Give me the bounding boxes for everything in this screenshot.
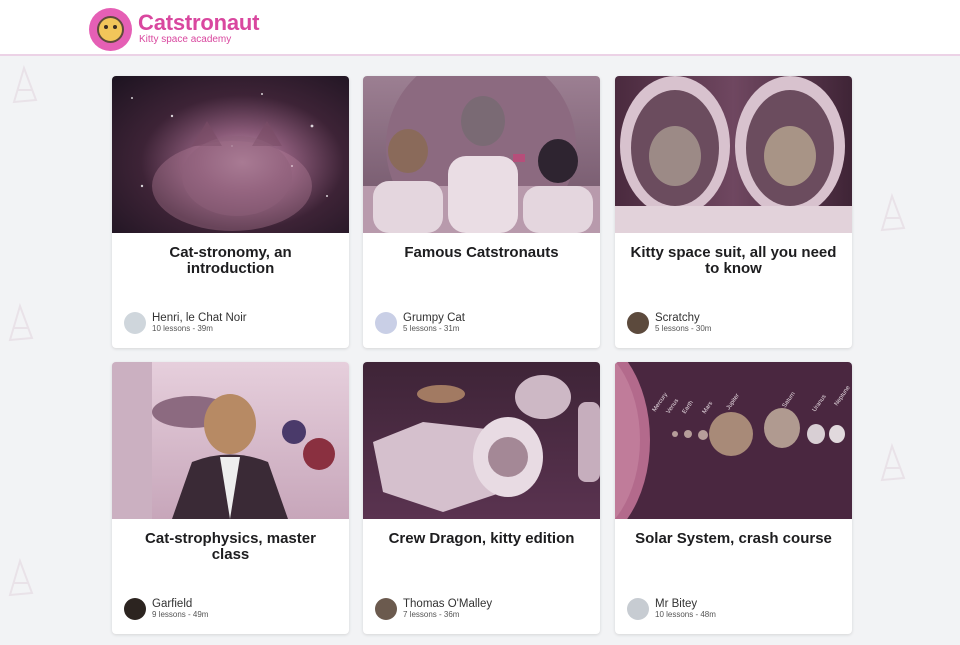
author-name: Garfield [152, 598, 193, 610]
course-title[interactable]: Cat-stronomy, an introduction [126, 245, 335, 277]
course-author: Garfield 9 lessons - 49m [124, 598, 208, 620]
course-image [363, 362, 600, 519]
course-author: Henri, le Chat Noir 10 lessons - 39m [124, 312, 247, 334]
course-card[interactable]: Crew Dragon, kitty edition Thomas O'Mall… [363, 362, 600, 634]
course-meta: 5 lessons - 30m [655, 324, 712, 333]
course-meta: 10 lessons - 39m [152, 324, 213, 333]
course-image [112, 362, 349, 519]
course-card[interactable]: Cat-strophysics, master class Garfield 9… [112, 362, 349, 634]
author-avatar [375, 312, 397, 334]
course-title[interactable]: Kitty space suit, all you need to know [629, 245, 838, 277]
svg-text:Jupiter: Jupiter [726, 393, 741, 411]
course-title[interactable]: Famous Catstronauts [377, 245, 586, 261]
doodle-icon [8, 62, 42, 108]
top-bar: Catstronaut Kitty space academy [0, 0, 960, 56]
course-image [363, 76, 600, 233]
course-author: Mr Bitey 10 lessons - 48m [627, 598, 716, 620]
author-avatar [375, 598, 397, 620]
svg-text:Saturn: Saturn [782, 391, 797, 409]
brand-title[interactable]: Catstronaut [138, 10, 259, 36]
doodle-icon [876, 190, 910, 236]
course-card[interactable]: Mercury Venus Earth Mars Jupiter Saturn … [615, 362, 852, 634]
svg-text:Mars: Mars [702, 401, 715, 415]
course-card[interactable]: Famous Catstronauts Grumpy Cat 5 lessons… [363, 76, 600, 348]
course-title[interactable]: Crew Dragon, kitty edition [377, 531, 586, 547]
course-image: Mercury Venus Earth Mars Jupiter Saturn … [615, 362, 852, 519]
svg-text:Venus: Venus [666, 398, 680, 415]
cat-astronaut-logo[interactable] [89, 8, 132, 51]
author-avatar [627, 312, 649, 334]
brand-subtitle: Kitty space academy [139, 34, 232, 45]
course-author: Grumpy Cat 5 lessons - 31m [375, 312, 465, 334]
svg-text:Neptune: Neptune [834, 385, 852, 408]
svg-text:Uranus: Uranus [812, 394, 828, 413]
course-meta: 9 lessons - 49m [152, 610, 209, 619]
author-name: Grumpy Cat [403, 312, 465, 324]
author-avatar [124, 598, 146, 620]
author-name: Thomas O'Malley [403, 598, 493, 610]
course-image [615, 76, 852, 233]
cat-face-icon [97, 16, 124, 43]
course-meta: 10 lessons - 48m [655, 610, 716, 619]
course-card[interactable]: Kitty space suit, all you need to know S… [615, 76, 852, 348]
course-meta: 5 lessons - 31m [403, 324, 460, 333]
course-meta: 7 lessons - 36m [403, 610, 460, 619]
doodle-icon [876, 440, 910, 486]
author-avatar [124, 312, 146, 334]
author-avatar [627, 598, 649, 620]
author-name: Henri, le Chat Noir [152, 312, 247, 324]
doodle-icon [4, 555, 38, 601]
course-image [112, 76, 349, 233]
course-author: Scratchy 5 lessons - 30m [627, 312, 711, 334]
course-title[interactable]: Cat-strophysics, master class [126, 531, 335, 563]
course-grid: Cat-stronomy, an introduction Henri, le … [112, 76, 853, 634]
svg-text:Earth: Earth [682, 400, 695, 415]
course-title[interactable]: Solar System, crash course [629, 531, 838, 547]
doodle-icon [4, 300, 38, 346]
course-card[interactable]: Cat-stronomy, an introduction Henri, le … [112, 76, 349, 348]
author-name: Mr Bitey [655, 598, 698, 610]
author-name: Scratchy [655, 312, 700, 324]
course-author: Thomas O'Malley 7 lessons - 36m [375, 598, 492, 620]
